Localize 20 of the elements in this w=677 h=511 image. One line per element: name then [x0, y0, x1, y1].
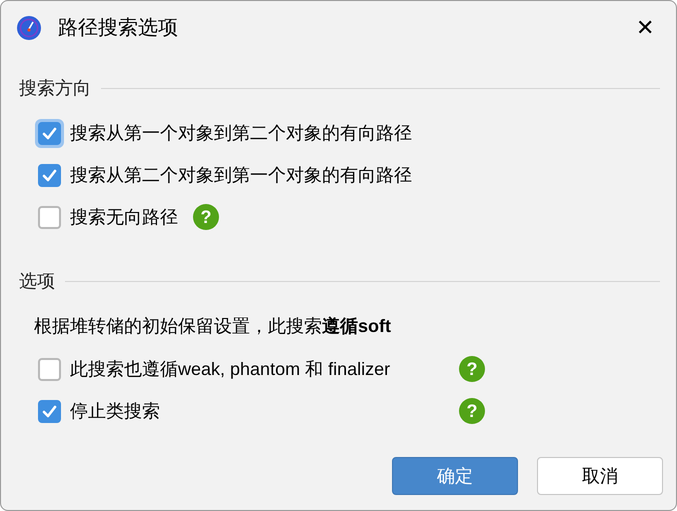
- check-icon: [41, 402, 58, 420]
- checkbox[interactable]: [38, 206, 61, 228]
- checkbox[interactable]: [38, 164, 61, 186]
- check-icon: [41, 166, 58, 184]
- gauge-icon: [16, 15, 42, 41]
- checkbox-label[interactable]: 搜索从第二个对象到第一个对象的有向路径: [70, 162, 412, 188]
- checkbox-label[interactable]: 停止类搜索: [70, 398, 459, 424]
- checkbox-label[interactable]: 搜索无向路径: [70, 204, 178, 230]
- checkbox-label[interactable]: 搜索从第一个对象到第二个对象的有向路径: [70, 120, 412, 146]
- description-text: 根据堆转储的初始保留设置，此搜索遵循soft: [33, 315, 392, 338]
- checkbox[interactable]: [38, 400, 61, 422]
- cancel-button[interactable]: 取消: [537, 457, 663, 495]
- checkbox-label[interactable]: 此搜索也遵循weak, phantom 和 finalizer: [70, 356, 459, 382]
- ok-button[interactable]: 确定: [392, 457, 518, 495]
- check-icon: [41, 124, 58, 142]
- close-button[interactable]: ✕: [636, 17, 654, 39]
- section-heading: 搜索方向: [19, 77, 91, 100]
- checkbox[interactable]: [38, 358, 61, 380]
- window-title: 路径搜索选项: [58, 16, 178, 41]
- section-heading: 选项: [19, 270, 55, 293]
